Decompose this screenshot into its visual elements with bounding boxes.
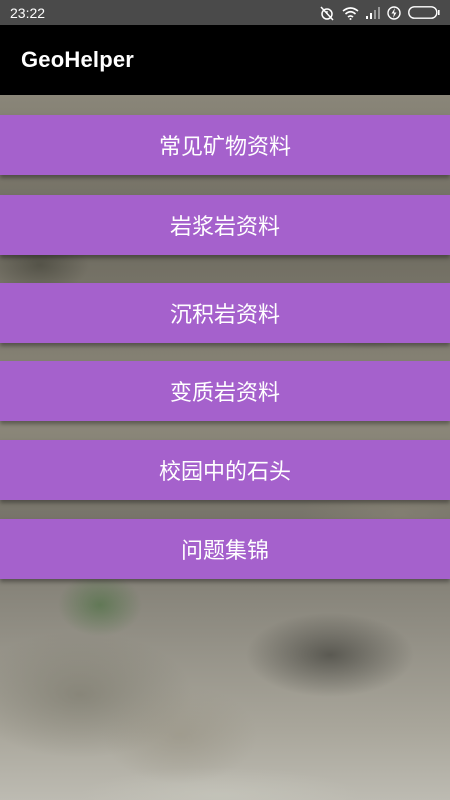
alarm-off-icon	[319, 5, 335, 21]
battery-icon	[408, 6, 440, 19]
status-bar: 23:22	[0, 0, 450, 25]
igneous-rocks-button[interactable]: 岩浆岩资料	[0, 195, 450, 255]
common-minerals-button[interactable]: 常见矿物资料	[0, 115, 450, 175]
app-bar: GeoHelper	[0, 25, 450, 95]
charging-icon	[387, 5, 401, 20]
sedimentary-rocks-button[interactable]: 沉积岩资料	[0, 283, 450, 343]
faq-collection-button[interactable]: 问题集锦	[0, 519, 450, 579]
app-screen: 23:22 GeoHelper 常见矿物资料 岩浆岩资料 沉积岩资料 变质岩资料…	[0, 0, 450, 800]
signal-icon	[366, 6, 380, 19]
status-time: 23:22	[10, 4, 46, 21]
campus-stones-button[interactable]: 校园中的石头	[0, 440, 450, 500]
metamorphic-rocks-button[interactable]: 变质岩资料	[0, 361, 450, 421]
app-title: GeoHelper	[21, 47, 135, 72]
wifi-icon	[342, 6, 359, 20]
status-icons	[319, 5, 440, 21]
